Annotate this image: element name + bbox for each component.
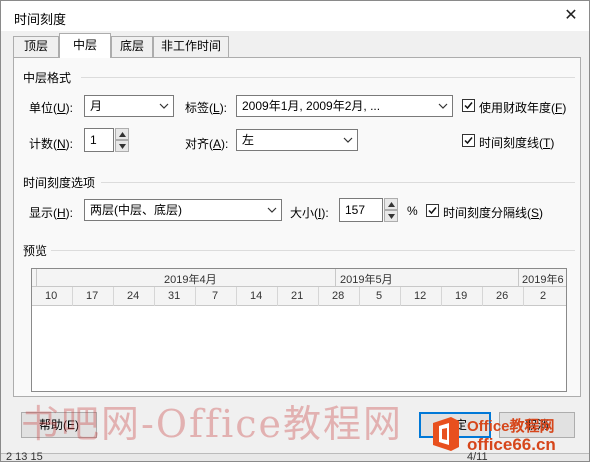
chevron-down-icon	[438, 103, 448, 109]
tick-lines-label: 时间刻度线(T)	[479, 136, 555, 150]
size-input[interactable]: 157	[339, 198, 383, 222]
day-separator	[441, 287, 442, 306]
tab-nonworking-time[interactable]: 非工作时间	[153, 36, 229, 57]
checkmark-icon	[464, 137, 473, 145]
day-separator	[523, 287, 524, 306]
month-label: 2019年6	[522, 274, 564, 286]
percent-sign: %	[407, 204, 418, 218]
separator-checkbox[interactable]	[426, 204, 439, 217]
timescale-dialog: 时间刻度 ✕ 顶层 中层 底层 非工作时间 中层格式 单位(U): 月 标签(L…	[0, 0, 590, 462]
separator-label: 时间刻度分隔线(S)	[443, 206, 544, 220]
align-dropdown[interactable]: 左	[236, 129, 358, 151]
align-label: 对齐(A):	[185, 137, 229, 151]
month-separator	[335, 269, 336, 287]
background-window-strip	[1, 453, 589, 461]
month-label: 2019年4月	[164, 274, 217, 286]
size-label: 大小(I):	[290, 206, 329, 220]
show-label: 显示(H):	[29, 206, 74, 220]
checkmark-icon	[428, 207, 437, 215]
tab-middle-tier[interactable]: 中层	[59, 33, 111, 58]
background-date: 4/11	[467, 451, 488, 462]
fiscal-year-checkbox[interactable]	[462, 99, 475, 112]
stepper-up-button[interactable]	[384, 198, 398, 210]
section-divider	[81, 77, 575, 78]
month-ruler: 2019年4月 2019年5月 2019年6	[32, 269, 566, 287]
watermark-text: 书吧网-Office教程网	[21, 402, 404, 446]
section-divider	[101, 182, 575, 183]
section-divider	[51, 250, 575, 251]
checkmark-icon	[464, 102, 473, 110]
day-label: 7	[212, 290, 219, 302]
day-separator	[318, 287, 319, 306]
tag-label: 标签(L):	[185, 101, 228, 115]
day-label: 17	[86, 290, 99, 302]
count-input[interactable]: 1	[84, 128, 114, 152]
triangle-up-icon	[119, 132, 126, 137]
day-separator	[72, 287, 73, 306]
month-separator	[518, 269, 519, 287]
office-logo-icon	[433, 417, 459, 451]
day-separator	[277, 287, 278, 306]
fiscal-year-label: 使用财政年度(F)	[479, 101, 567, 115]
day-label: 21	[291, 290, 304, 302]
chevron-down-icon	[267, 207, 277, 213]
triangle-up-icon	[388, 202, 395, 207]
units-label: 单位(U):	[29, 101, 74, 115]
month-label: 2019年5月	[340, 274, 393, 286]
size-stepper[interactable]	[384, 198, 398, 222]
tab-bottom-tier[interactable]: 底层	[111, 36, 153, 57]
preview-title: 预览	[23, 244, 48, 258]
stepper-up-button[interactable]	[115, 128, 129, 140]
count-label: 计数(N):	[29, 137, 74, 151]
day-label: 14	[250, 290, 263, 302]
day-separator	[359, 287, 360, 306]
day-label: 5	[376, 290, 383, 302]
triangle-down-icon	[119, 144, 126, 149]
day-separator	[113, 287, 114, 306]
tick-lines-checkbox[interactable]	[462, 134, 475, 147]
day-label: 2	[540, 290, 547, 302]
count-stepper[interactable]	[115, 128, 129, 152]
day-label: 10	[45, 290, 58, 302]
day-separator	[154, 287, 155, 306]
tag-dropdown[interactable]: 2009年1月, 2009年2月, ...	[236, 95, 453, 117]
units-dropdown[interactable]: 月	[84, 95, 174, 117]
day-ruler: 10 17 24 31 7 14 21 28 5 12 19 26 2	[32, 287, 566, 306]
month-separator	[36, 269, 37, 287]
chevron-down-icon	[343, 137, 353, 143]
tab-top-tier[interactable]: 顶层	[13, 36, 59, 57]
title-bar: 时间刻度 ✕	[1, 1, 589, 31]
dialog-title: 时间刻度	[14, 12, 67, 27]
day-label: 24	[127, 290, 140, 302]
logo-line1: Office教程网	[467, 418, 555, 435]
day-separator	[482, 287, 483, 306]
middle-format-title: 中层格式	[23, 71, 72, 85]
stepper-down-button[interactable]	[115, 140, 129, 152]
day-separator	[400, 287, 401, 306]
day-label: 19	[455, 290, 468, 302]
background-text: 2 13 15	[6, 451, 43, 462]
day-separator	[195, 287, 196, 306]
day-label: 12	[414, 290, 427, 302]
day-separator	[236, 287, 237, 306]
chevron-down-icon	[159, 103, 169, 109]
triangle-down-icon	[388, 214, 395, 219]
show-dropdown[interactable]: 两层(中层、底层)	[84, 199, 282, 221]
close-button[interactable]: ✕	[553, 1, 589, 31]
stepper-down-button[interactable]	[384, 210, 398, 222]
timescale-options-title: 时间刻度选项	[23, 176, 96, 190]
day-label: 26	[496, 290, 509, 302]
timescale-preview: 2019年4月 2019年5月 2019年6 10 17 24 31 7 14 …	[31, 268, 567, 392]
day-label: 28	[332, 290, 345, 302]
day-label: 31	[168, 290, 181, 302]
